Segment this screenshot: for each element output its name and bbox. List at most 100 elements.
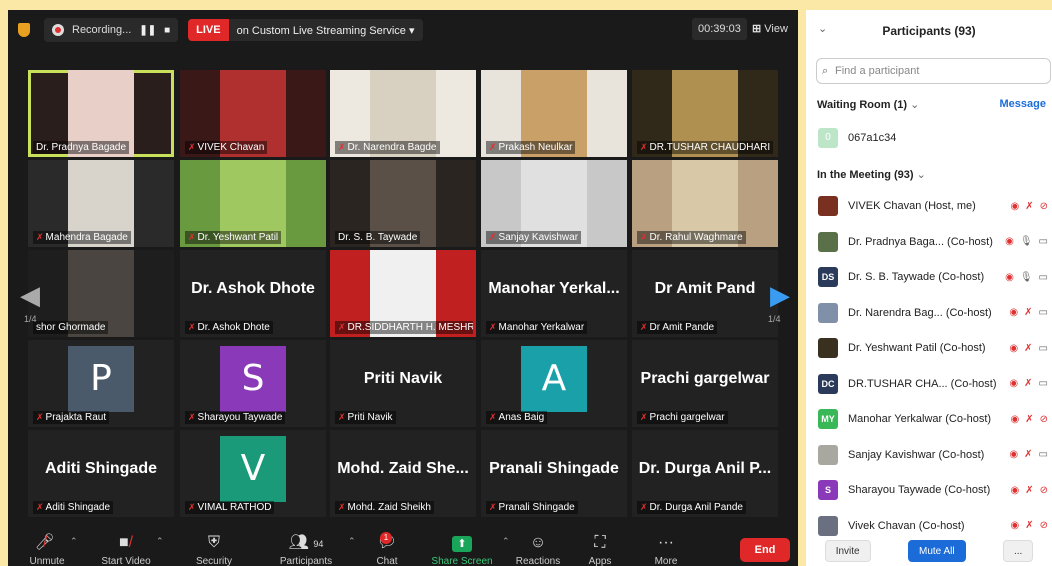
video-tile[interactable]: Dr Amit Pand ✗ Dr Amit Pande <box>632 250 778 337</box>
muted-mic-icon[interactable]: ✗ <box>1024 449 1032 460</box>
participant-row[interactable]: DC DR.TUSHAR CHA... (Co-host) ◉ ✗ ▭ <box>818 372 1048 396</box>
video-icon[interactable]: ▭ <box>1039 307 1048 318</box>
muted-mic-icon[interactable]: ✗ <box>1025 520 1033 531</box>
video-off-icon[interactable]: ⊘ <box>1040 414 1048 425</box>
view-label: View <box>764 23 788 35</box>
video-off-icon[interactable]: ⊘ <box>1040 485 1048 496</box>
panel-more-button[interactable]: ... <box>1002 540 1034 562</box>
waiting-room-header[interactable]: Waiting Room (1) ⌄ <box>817 98 919 111</box>
participant-name: Prajakta Raut <box>45 412 107 423</box>
video-tile[interactable]: Dr. Pradnya Bagade <box>28 70 174 157</box>
video-off-icon[interactable]: ⊘ <box>1040 201 1048 212</box>
video-tile[interactable]: shor Ghormade <box>28 250 174 337</box>
recording-status-icon: ◉ <box>1010 484 1020 496</box>
video-tile[interactable]: ✗ Prakash Neulkar <box>481 70 627 157</box>
security-shield-icon[interactable] <box>18 23 30 37</box>
participant-row[interactable]: Vivek Chavan (Co-host) ◉ ✗ ⊘ <box>818 514 1048 538</box>
participant-row[interactable]: S Sharayou Taywade (Co-host) ◉ ✗ ⊘ <box>818 478 1048 502</box>
end-meeting-button[interactable]: End <box>740 538 790 562</box>
video-tile[interactable]: ✗ Mahendra Bagade <box>28 160 174 247</box>
video-tile[interactable]: ✗ Sanjay Kavishwar <box>481 160 627 247</box>
video-off-icon[interactable]: ⊘ <box>1040 520 1048 531</box>
reactions-button[interactable]: ☺ Reactions <box>508 530 568 566</box>
live-stream-indicator[interactable]: LIVE on Custom Live Streaming Service ▾ <box>188 19 423 41</box>
video-icon[interactable]: ▭ <box>1039 236 1048 247</box>
chat-button[interactable]: 💬︎ 1 Chat <box>362 530 412 566</box>
video-options-chevron-icon[interactable]: ⌃ <box>156 536 164 547</box>
video-tile[interactable]: V ✗ VIMAL RATHOD <box>180 430 326 517</box>
participant-name-label: ✗ Dr. Yeshwant Patil <box>185 231 282 244</box>
video-tile[interactable]: ✗ DR.SIDDHARTH H. MESHR... <box>330 250 476 337</box>
muted-mic-icon[interactable]: ✗ <box>1025 485 1033 496</box>
muted-mic-icon[interactable]: ✗ <box>1024 378 1032 389</box>
muted-mic-icon: ✗ <box>640 502 648 512</box>
participants-button[interactable]: 👥︎ 94 Participants ⌃ <box>266 530 356 566</box>
muted-mic-icon[interactable]: ✗ <box>1024 343 1032 354</box>
start-video-button[interactable]: ■/ Start Video ⌃ <box>86 530 166 566</box>
participant-name: Pranali Shingade <box>498 502 575 513</box>
participants-chevron-icon[interactable]: ⌃ <box>348 536 356 547</box>
recording-status-icon: ◉ <box>1010 413 1020 425</box>
next-page-arrow-icon[interactable]: ▶ <box>770 280 790 311</box>
muted-mic-icon[interactable]: ✗ <box>1024 307 1032 318</box>
mute-all-button[interactable]: Mute All <box>907 540 966 562</box>
participant-row[interactable]: MY Manohar Yerkalwar (Co-host) ◉ ✗ ⊘ <box>818 407 1048 431</box>
video-tile[interactable]: Dr. Ashok Dhote ✗ Dr. Ashok Dhote <box>180 250 326 337</box>
participant-row[interactable]: Dr. Yeshwant Patil (Co-host) ◉ ✗ ▭ <box>818 336 1048 360</box>
video-tile[interactable]: Manohar Yerkal... ✗ Manohar Yerkalwar <box>481 250 627 337</box>
live-stream-service[interactable]: on Custom Live Streaming Service ▾ <box>229 24 423 37</box>
muted-mic-icon: ✗ <box>640 412 648 422</box>
audio-options-chevron-icon[interactable]: ⌃ <box>70 536 78 547</box>
in-meeting-header[interactable]: In the Meeting (93) ⌄ <box>817 168 926 181</box>
screen-frame: Recording... ❚❚ ■ LIVE on Custom Live St… <box>0 0 1052 566</box>
reactions-icon: ☺ <box>529 534 547 551</box>
video-tile[interactable]: ✗ Dr. Yeshwant Patil <box>180 160 326 247</box>
mic-icon[interactable]: 🎙︎ <box>1020 272 1033 283</box>
security-button[interactable]: ⛨ Security <box>184 530 244 566</box>
more-button[interactable]: ··· More <box>644 530 688 566</box>
video-tile[interactable]: Prachi gargelwar ✗ Prachi gargelwar <box>632 340 778 427</box>
video-tile[interactable]: Mohd. Zaid She... ✗ Mohd. Zaid Sheikh <box>330 430 476 517</box>
video-tile[interactable]: ✗ Dr. Narendra Bagde <box>330 70 476 157</box>
participant-row[interactable]: Sanjay Kavishwar (Co-host) ◉ ✗ ▭ <box>818 443 1048 467</box>
video-icon[interactable]: ▭ <box>1039 449 1048 460</box>
prev-page-arrow-icon[interactable]: ◀ <box>20 280 40 311</box>
video-icon[interactable]: ▭ <box>1039 272 1048 283</box>
apps-button[interactable]: ⛶ Apps <box>580 530 620 566</box>
muted-mic-icon[interactable]: ✗ <box>1025 201 1033 212</box>
video-tile[interactable]: Aditi Shingade ✗ Aditi Shingade <box>28 430 174 517</box>
invite-button[interactable]: Invite <box>824 540 871 562</box>
video-icon[interactable]: ▭ <box>1039 378 1048 389</box>
participant-search-input[interactable]: ⌕ Find a participant <box>816 58 1051 84</box>
muted-mic-icon[interactable]: ✗ <box>1025 414 1033 425</box>
video-tile[interactable]: ✗ DR.TUSHAR CHAUDHARI <box>632 70 778 157</box>
participant-display-name: Manohar Yerkal... <box>488 280 620 297</box>
video-tile[interactable]: ✗ Dr. Rahul Waghmare <box>632 160 778 247</box>
participant-row[interactable]: Dr. Narendra Bag... (Co-host) ◉ ✗ ▭ <box>818 301 1048 325</box>
participant-row[interactable]: Dr. Pradnya Baga... (Co-host) ◉ 🎙︎ ▭ <box>818 230 1048 254</box>
participants-count: 94 <box>313 539 324 549</box>
video-tile[interactable]: Dr. S. B. Taywade <box>330 160 476 247</box>
participant-avatar: S <box>220 346 286 412</box>
video-tile[interactable]: Pranali Shingade ✗ Pranali Shingade <box>481 430 627 517</box>
participant-display-name: Dr. Ashok Dhote <box>191 280 315 297</box>
message-waiting-button[interactable]: Message <box>1000 98 1046 110</box>
unmute-button[interactable]: 🎤︎/ Unmute ⌃ <box>12 530 82 566</box>
view-button[interactable]: ⊞ View <box>752 18 788 40</box>
video-tile[interactable]: ✗ VIVEK Chavan <box>180 70 326 157</box>
pause-recording-icon[interactable]: ❚❚ <box>139 25 156 36</box>
waiting-user-row[interactable]: 0 067a1c34 <box>818 128 896 148</box>
video-tile[interactable]: P ✗ Prajakta Raut <box>28 340 174 427</box>
video-tile[interactable]: Priti Navik ✗ Priti Navik <box>330 340 476 427</box>
mic-icon[interactable]: 🎙︎ <box>1020 236 1033 247</box>
video-tile[interactable]: Dr. Durga Anil P... ✗ Dr. Durga Anil Pande <box>632 430 778 517</box>
participant-avatar: S <box>818 480 838 500</box>
participant-row[interactable]: DS Dr. S. B. Taywade (Co-host) ◉ 🎙︎ ▭ <box>818 265 1048 289</box>
participant-row[interactable]: VIVEK Chavan (Host, me) ◉ ✗ ⊘ <box>818 194 1048 218</box>
video-tile[interactable]: S ✗ Sharayou Taywade <box>180 340 326 427</box>
share-screen-button[interactable]: ⬆ Share Screen ⌃ <box>426 530 510 566</box>
stop-recording-icon[interactable]: ■ <box>164 25 170 36</box>
participant-name-label: ✗ Prakash Neulkar <box>486 141 576 154</box>
video-icon[interactable]: ▭ <box>1039 343 1048 354</box>
video-tile[interactable]: A ✗ Anas Baig <box>481 340 627 427</box>
